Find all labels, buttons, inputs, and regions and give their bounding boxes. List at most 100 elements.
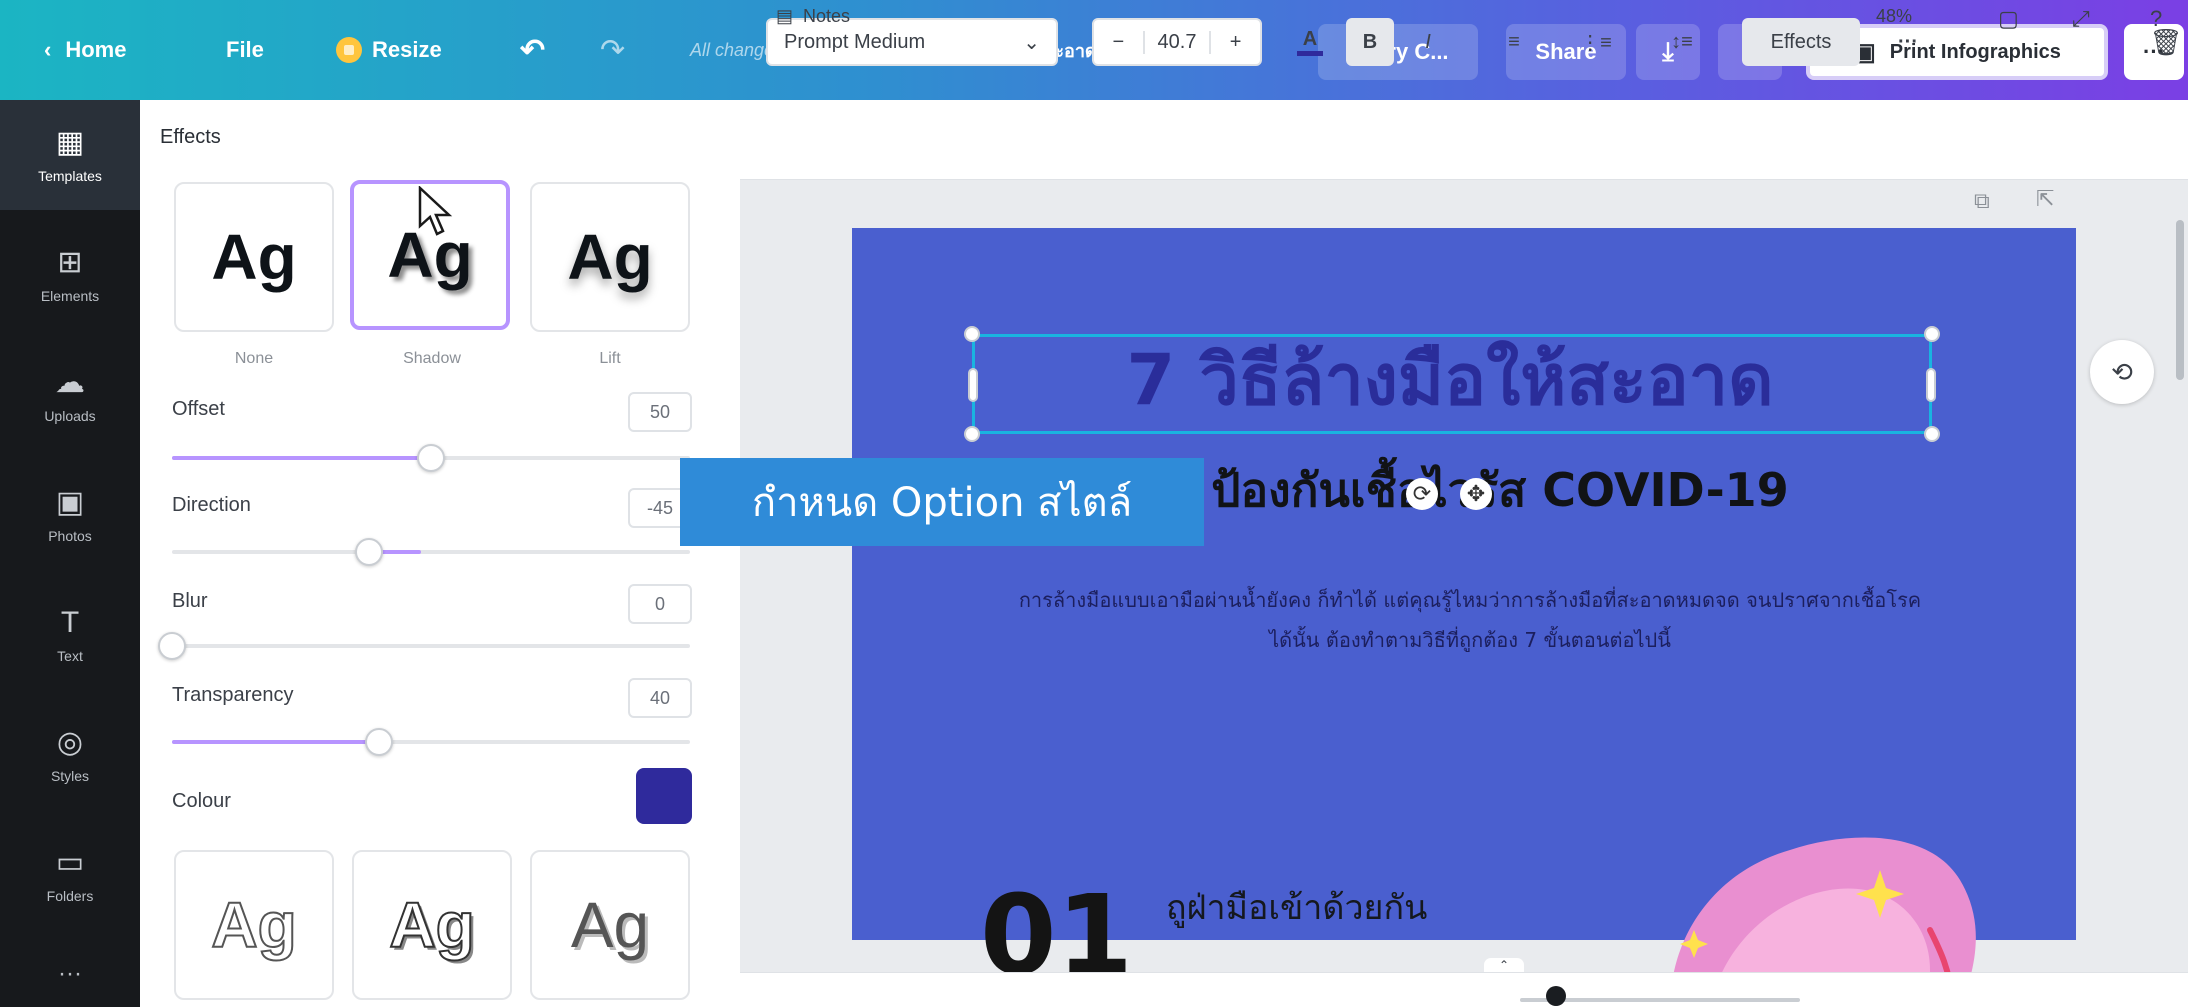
resize-handle-bottom-right[interactable] (1924, 426, 1940, 442)
notes-button[interactable]: ▤ Notes (776, 6, 850, 27)
resize-label: Resize (372, 37, 442, 62)
offset-value-input[interactable]: 50 (628, 392, 692, 432)
redo-icon[interactable]: ↷ (600, 0, 625, 100)
add-page-icon[interactable]: ⇱ (2036, 186, 2054, 212)
try-pro-button[interactable]: ★ Try C... (1318, 24, 1478, 80)
zoom-slider-knob[interactable] (1546, 986, 1566, 1006)
text-color-bar (1297, 51, 1323, 56)
text-icon: T (60, 606, 80, 639)
resize-handle-top-right[interactable] (1924, 326, 1940, 342)
fullscreen-icon[interactable]: ⤢ (2072, 6, 2090, 32)
crown-icon (336, 37, 362, 63)
rotate-icon[interactable]: ⟳ (1406, 478, 1438, 510)
help-icon[interactable]: ? (2150, 6, 2162, 32)
effects-button[interactable]: Effects (1742, 18, 1860, 66)
panel-title: Effects (160, 126, 221, 148)
move-icon[interactable]: ✥ (1460, 478, 1492, 510)
direction-slider-knob[interactable] (354, 538, 383, 566)
chevron-left-icon: ‹ (44, 37, 52, 62)
transparency-slider[interactable] (172, 728, 690, 756)
blur-value-input[interactable]: 0 (628, 584, 692, 624)
offset-slider-knob[interactable] (417, 444, 445, 472)
font-size-value[interactable]: 40.7 (1142, 30, 1212, 54)
text-color-icon: A (1302, 28, 1318, 50)
duplicate-page-icon[interactable]: ⧉ (1974, 188, 1990, 214)
rail-label: Templates (38, 168, 102, 184)
colour-label: Colour (172, 790, 231, 812)
instruction-callout: กำหนด Option สไตล์ (680, 458, 1204, 546)
zoom-level[interactable]: 48% (1876, 6, 1912, 27)
resize-handle-right[interactable] (1926, 368, 1936, 402)
vertical-scrollbar[interactable] (2176, 220, 2184, 380)
font-family-value: Prompt Medium (784, 30, 926, 53)
rail-label: Styles (50, 768, 90, 784)
text-color-button[interactable]: A (1290, 18, 1330, 66)
blur-label: Blur (172, 590, 208, 612)
colour-swatch[interactable] (636, 768, 692, 824)
chevron-up-icon[interactable]: ⌃ (1484, 958, 1524, 972)
styles-icon: ◎ (56, 726, 84, 759)
style-none-card[interactable]: Ag (174, 182, 334, 332)
italic-button[interactable]: I (1404, 18, 1452, 66)
transparency-label: Transparency (172, 684, 294, 706)
offset-label: Offset (172, 398, 225, 420)
more-icon: ··· (58, 959, 82, 987)
transparency-value-input[interactable]: 40 (628, 678, 692, 718)
resize-handle-bottom-left[interactable] (964, 426, 980, 442)
style-echo-card[interactable]: Ag (530, 850, 690, 1000)
offset-slider-fill (172, 456, 431, 460)
rail-label: Elements (40, 288, 100, 304)
home-label: Home (65, 37, 127, 62)
refresh-icon[interactable]: ⟲ (2090, 340, 2154, 404)
list-icon[interactable]: ⋮≡ (1572, 18, 1620, 66)
bold-button[interactable]: B (1346, 18, 1394, 66)
rail-item-elements[interactable]: ⊞ Elements (0, 220, 140, 330)
chevron-down-icon: ⌄ (1023, 31, 1040, 54)
offset-slider[interactable] (172, 444, 690, 472)
decrease-size-button[interactable]: − (1094, 31, 1143, 54)
uploads-icon: ☁ (55, 366, 85, 399)
photos-icon: ▣ (55, 486, 85, 519)
blur-slider[interactable] (158, 632, 690, 660)
rail-item-uploads[interactable]: ☁ Uploads (0, 340, 140, 450)
rail-item-templates[interactable]: ▦ Templates (0, 100, 140, 210)
transparency-slider-knob[interactable] (365, 728, 394, 756)
transparency-slider-fill (172, 740, 380, 744)
rail-item-text[interactable]: T Text (0, 580, 140, 690)
rail-label: Text (57, 648, 83, 664)
rail-item-folders[interactable]: ▭ Folders (0, 820, 140, 930)
rail-label: Folders (46, 888, 94, 904)
folders-icon: ▭ (55, 846, 85, 879)
font-size-stepper[interactable]: − 40.7 + (1092, 18, 1262, 66)
style-splice-card[interactable]: Ag (352, 850, 512, 1000)
blur-slider-knob[interactable] (158, 632, 186, 660)
resize-handle-left[interactable] (968, 368, 978, 402)
rail-label: Photos (48, 528, 92, 544)
align-center-icon[interactable]: ≡ (1490, 18, 1538, 66)
spacing-icon[interactable]: ↕≡ (1658, 18, 1706, 66)
rail-item-photos[interactable]: ▣ Photos (0, 460, 140, 570)
selection-box (972, 334, 1932, 434)
notes-label: Notes (803, 6, 851, 26)
rail-label: Uploads (44, 408, 96, 424)
home-button[interactable]: ‹ Home (44, 0, 126, 100)
mouse-cursor-icon (418, 186, 453, 236)
page-view-icon[interactable]: ▢ (1998, 6, 2019, 32)
undo-icon[interactable]: ↶ (520, 0, 545, 100)
elements-icon: ⊞ (57, 246, 83, 279)
notes-icon: ▤ (776, 6, 794, 26)
design-description-text[interactable]: การล้างมือแบบเอามือผ่านน้ำยังคง ก็ทำได้ … (1010, 580, 1930, 660)
rail-item-styles[interactable]: ◎ Styles (0, 700, 140, 810)
style-lift-card[interactable]: Ag (530, 182, 690, 332)
style-none-label: None (234, 350, 274, 367)
file-menu[interactable]: File (226, 0, 264, 100)
rail-item-more[interactable]: ··· (0, 940, 140, 1007)
increase-size-button[interactable]: + (1211, 31, 1260, 54)
direction-slider[interactable] (172, 538, 690, 566)
resize-handle-top-left[interactable] (964, 326, 980, 342)
style-lift-label: Lift (599, 350, 621, 367)
step-title-text[interactable]: ถูฝ่ามือเข้าด้วยกัน (1166, 880, 1427, 934)
design-subtitle-text[interactable]: ป้องกันเชื้อไวรัส COVID-19 (1100, 454, 1900, 527)
style-hollow-card[interactable]: Ag (174, 850, 334, 1000)
resize-button[interactable]: Resize (336, 0, 442, 100)
